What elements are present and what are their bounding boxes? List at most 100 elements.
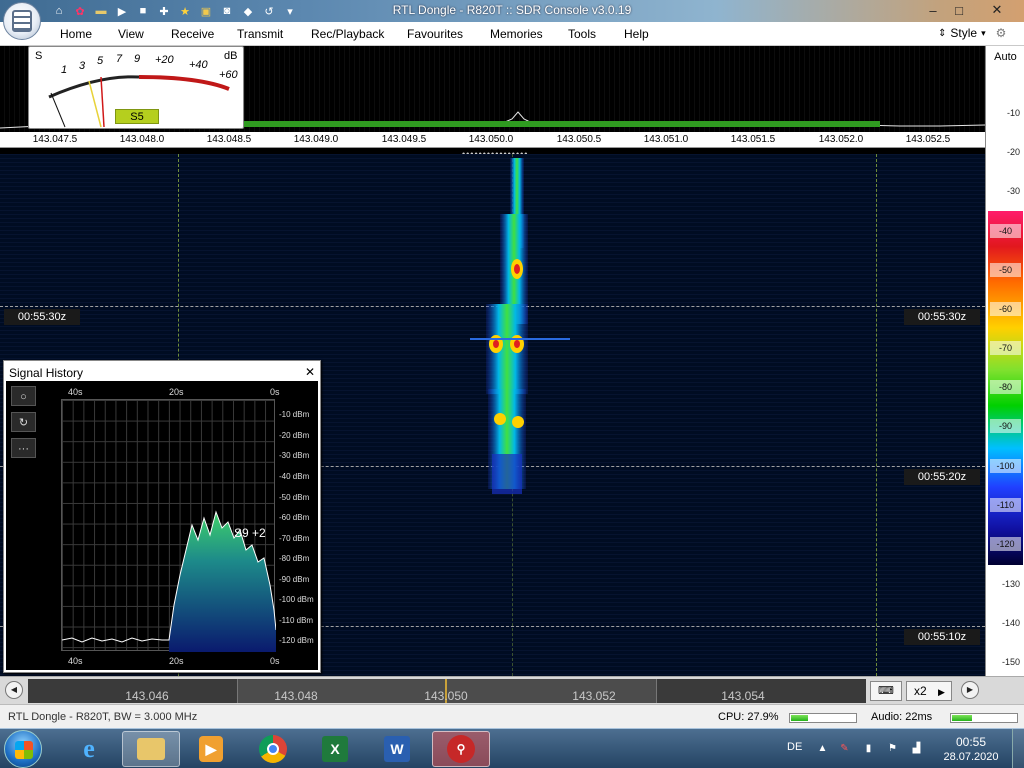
meter-scale-label: +60 xyxy=(219,69,238,81)
explorer-folder-icon xyxy=(137,738,165,760)
history-x-label: 0s xyxy=(270,387,280,397)
signal-history-plot xyxy=(61,399,276,652)
tray-expand-icon[interactable]: ▲ xyxy=(816,742,829,755)
history-y-label: -100 dBm xyxy=(279,595,314,604)
app-logo-icon xyxy=(12,10,32,32)
taskbar-app[interactable]: X xyxy=(306,731,364,767)
chevron-down-icon: ▾ xyxy=(981,27,986,38)
menu-memories[interactable]: Memories xyxy=(490,27,543,41)
taskbar-app[interactable]: e xyxy=(60,731,118,767)
network-tray-icon[interactable]: ▟ xyxy=(910,742,923,755)
taskbar-app-active[interactable]: ⚲ xyxy=(432,731,490,767)
meter-scale-label: 3 xyxy=(79,60,86,72)
meter-needle xyxy=(100,76,105,128)
zoom-button[interactable]: x2 ▶ xyxy=(906,681,952,701)
menu-favourites[interactable]: Favourites xyxy=(407,27,463,41)
chrome-icon xyxy=(259,735,287,763)
clock-date[interactable]: 28.07.2020 xyxy=(940,751,1002,763)
frequency-tick: 143.049.5 xyxy=(381,134,427,145)
history-x-label: 20s xyxy=(169,656,184,666)
palette-label: -50 xyxy=(990,263,1021,277)
taskbar: e ▶ X W ⚲ DE ▲ ✎ ▮ ⚑ ▟ 00:55 28.07.2020 xyxy=(0,728,1024,768)
clock-time[interactable]: 00:55 xyxy=(943,735,999,749)
menu-transmit[interactable]: Transmit xyxy=(237,27,283,41)
frequency-tick: 143.048.0 xyxy=(119,134,165,145)
taskbar-app[interactable] xyxy=(244,731,302,767)
time-label: 00:55:30z xyxy=(904,309,980,325)
signal-strength-bar xyxy=(180,121,880,127)
level-tick: -150 xyxy=(1001,657,1020,667)
level-tick: -10 xyxy=(1006,108,1020,118)
title-bar: ⌂ ✿ ▬ ▶ ■ ✚ ★ ▣ ◙ ◆ ↺ ▾ RTL Dongle - R82… xyxy=(0,0,1024,22)
history-y-label: -40 dBm xyxy=(279,472,310,481)
taskbar-app[interactable]: ▶ xyxy=(182,731,240,767)
internet-explorer-icon: e xyxy=(83,734,95,763)
tune-left-button[interactable]: ◀ xyxy=(5,681,23,699)
tuning-frequency: 143.048 xyxy=(274,689,318,703)
frequency-tick: 143.052.5 xyxy=(905,134,951,145)
excel-icon: X xyxy=(322,736,348,762)
signal-history-close-button[interactable]: ✕ xyxy=(305,365,315,379)
palette-label: -120 xyxy=(990,537,1021,551)
circle-icon[interactable]: ○ xyxy=(11,386,36,406)
tuning-bar: ◀ 143.046 143.048 143.050 143.052 143.05… xyxy=(0,676,1024,704)
close-button[interactable]: ✕ xyxy=(982,1,1012,19)
menu-home[interactable]: Home xyxy=(60,27,92,41)
history-x-label: 40s xyxy=(68,656,83,666)
style-label: Style xyxy=(950,26,978,40)
cpu-meter-fill xyxy=(791,715,808,721)
frequency-tick: 143.047.5 xyxy=(32,134,78,145)
auto-scale-button[interactable]: Auto xyxy=(986,51,1024,63)
keyboard-icon[interactable]: ⌨ xyxy=(870,681,902,701)
taskbar-app[interactable] xyxy=(122,731,180,767)
history-y-label: -110 dBm xyxy=(279,616,314,625)
gear-icon[interactable]: ⚙ xyxy=(996,26,1007,40)
palette-label: -100 xyxy=(990,459,1021,473)
minimize-button[interactable]: – xyxy=(922,1,944,19)
flag-tray-icon[interactable]: ⚑ xyxy=(886,742,899,755)
palette-label: -90 xyxy=(990,419,1021,433)
taskbar-app[interactable]: W xyxy=(368,731,426,767)
tuning-frequency: 143.050 xyxy=(424,689,468,703)
frequency-tick: 143.051.0 xyxy=(643,134,689,145)
history-x-label: 40s xyxy=(68,387,83,397)
acrobat-tray-icon[interactable]: ✎ xyxy=(838,742,851,755)
signal-history-body: ○ ↻ ··· 40s 20s 0s S9 +2 -10 dBm -20 dBm xyxy=(6,381,318,670)
palette-label: -60 xyxy=(990,302,1021,316)
frequency-tick: 143.052.0 xyxy=(818,134,864,145)
app-menu-button[interactable] xyxy=(3,2,41,40)
s-unit-label: S xyxy=(35,50,43,62)
refresh-icon[interactable]: ↻ xyxy=(11,412,36,432)
history-y-label: -50 dBm xyxy=(279,493,310,502)
frequency-axis: 143.047.5 143.048.0 143.048.5 143.049.0 … xyxy=(0,132,985,148)
maximize-button[interactable]: □ xyxy=(948,1,970,19)
level-tick: -130 xyxy=(1001,579,1020,589)
menu-view[interactable]: View xyxy=(118,27,144,41)
history-x-label: 0s xyxy=(270,656,280,666)
device-status: RTL Dongle - R820T, BW = 3.000 MHz xyxy=(8,711,198,723)
cpu-meter xyxy=(789,713,857,723)
menu-rec-playback[interactable]: Rec/Playback xyxy=(311,27,384,41)
menu-tools[interactable]: Tools xyxy=(568,27,596,41)
meter-scale-label: +20 xyxy=(155,54,174,66)
start-button[interactable] xyxy=(4,730,42,768)
db-unit-label: dB xyxy=(224,50,238,62)
audio-meter-fill xyxy=(952,715,972,721)
style-menu[interactable]: ⇕ Style ▾ ⚙ xyxy=(938,26,1006,40)
menu-help[interactable]: Help xyxy=(624,27,649,41)
ribbon-collapse-icon[interactable]: ⇕ xyxy=(938,28,946,39)
tuning-frequency: 143.046 xyxy=(125,689,169,703)
audio-status: Audio: 22ms xyxy=(871,711,933,723)
zoom-level: x2 xyxy=(914,684,927,698)
status-bar: RTL Dongle - R820T, BW = 3.000 MHz CPU: … xyxy=(0,704,1024,728)
show-desktop-button[interactable] xyxy=(1012,729,1024,768)
tune-right-button[interactable]: ▶ xyxy=(961,681,979,699)
s-meter-reading: S5 xyxy=(115,109,159,124)
meter-scale-label: +40 xyxy=(189,59,208,71)
history-y-label: -120 dBm xyxy=(279,636,314,645)
menu-receive[interactable]: Receive xyxy=(171,27,214,41)
language-indicator[interactable]: DE xyxy=(787,741,802,753)
device-tray-icon[interactable]: ▮ xyxy=(862,742,875,755)
more-icon[interactable]: ··· xyxy=(11,438,36,458)
palette-label: -40 xyxy=(990,224,1021,238)
